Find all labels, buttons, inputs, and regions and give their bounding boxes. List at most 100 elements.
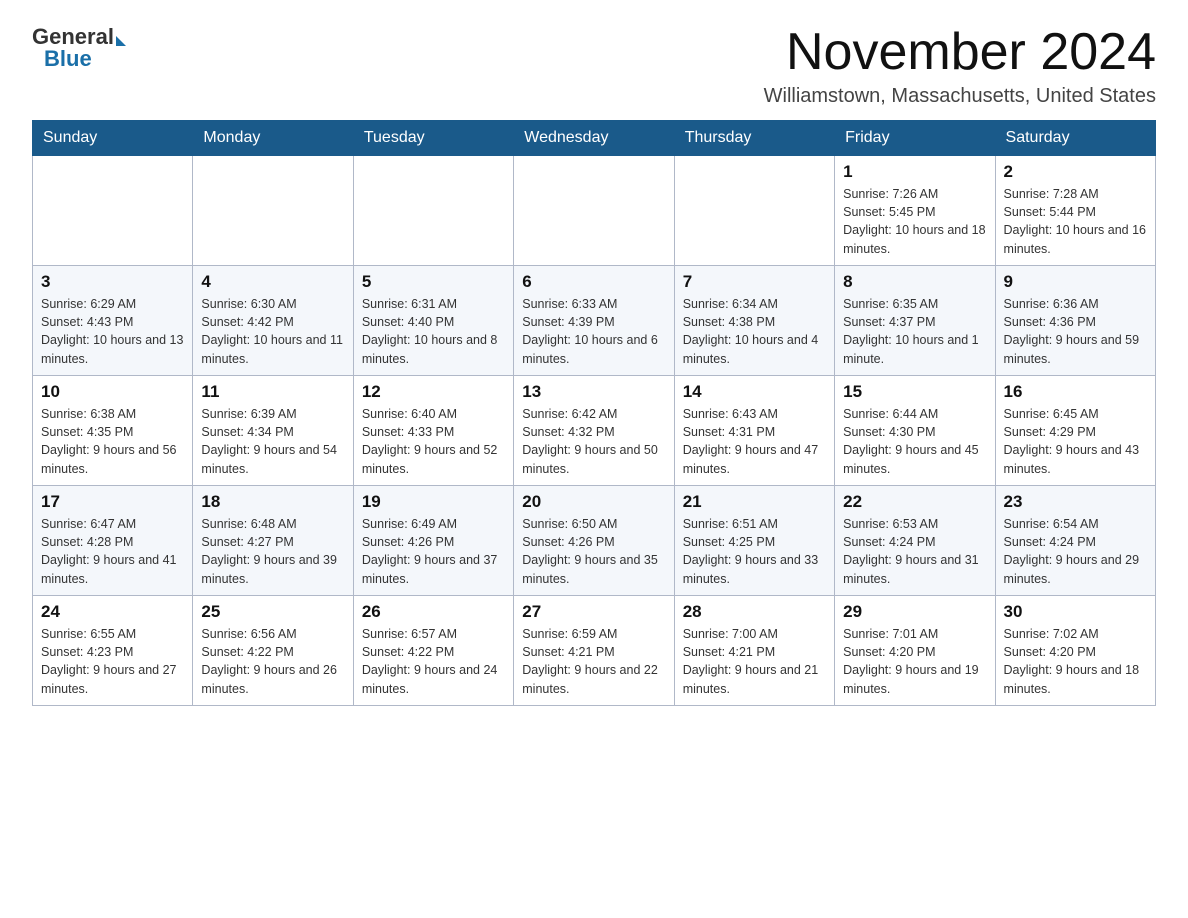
day-number: 7 xyxy=(683,272,826,292)
day-info: Sunrise: 6:36 AM Sunset: 4:36 PM Dayligh… xyxy=(1004,295,1147,368)
day-info: Sunrise: 7:28 AM Sunset: 5:44 PM Dayligh… xyxy=(1004,185,1147,258)
calendar-cell: 17 Sunrise: 6:47 AM Sunset: 4:28 PM Dayli… xyxy=(33,486,193,596)
calendar-cell: 29 Sunrise: 7:01 AM Sunset: 4:20 PM Dayli… xyxy=(835,596,995,706)
calendar-cell: 24 Sunrise: 6:55 AM Sunset: 4:23 PM Dayli… xyxy=(33,596,193,706)
day-of-week-header: Tuesday xyxy=(353,121,513,156)
calendar-week-row: 1 Sunrise: 7:26 AM Sunset: 5:45 PM Daylig… xyxy=(33,156,1156,266)
day-number: 20 xyxy=(522,492,665,512)
calendar-cell: 14 Sunrise: 6:43 AM Sunset: 4:31 PM Dayli… xyxy=(674,376,834,486)
day-info: Sunrise: 6:40 AM Sunset: 4:33 PM Dayligh… xyxy=(362,405,505,478)
calendar-cell: 30Sunrise: 7:02 AM Sunset: 4:20 PM Dayli… xyxy=(995,596,1155,706)
day-info: Sunrise: 6:44 AM Sunset: 4:30 PM Dayligh… xyxy=(843,405,986,478)
title-area: November 2024 Williamstown, Massachusett… xyxy=(764,24,1156,108)
day-info: Sunrise: 6:53 AM Sunset: 4:24 PM Dayligh… xyxy=(843,515,986,588)
day-info: Sunrise: 7:26 AM Sunset: 5:45 PM Dayligh… xyxy=(843,185,986,258)
calendar-cell: 9 Sunrise: 6:36 AM Sunset: 4:36 PM Daylig… xyxy=(995,266,1155,376)
calendar-cell: 1 Sunrise: 7:26 AM Sunset: 5:45 PM Daylig… xyxy=(835,156,995,266)
day-info: Sunrise: 6:34 AM Sunset: 4:38 PM Dayligh… xyxy=(683,295,826,368)
day-number: 26 xyxy=(362,602,505,622)
calendar-cell: 8 Sunrise: 6:35 AM Sunset: 4:37 PM Daylig… xyxy=(835,266,995,376)
calendar-cell: 10 Sunrise: 6:38 AM Sunset: 4:35 PM Dayli… xyxy=(33,376,193,486)
calendar-cell: 5 Sunrise: 6:31 AM Sunset: 4:40 PM Daylig… xyxy=(353,266,513,376)
calendar-cell xyxy=(193,156,353,266)
calendar-cell: 28Sunrise: 7:00 AM Sunset: 4:21 PM Dayli… xyxy=(674,596,834,706)
calendar-cell: 21Sunrise: 6:51 AM Sunset: 4:25 PM Dayli… xyxy=(674,486,834,596)
day-number: 4 xyxy=(201,272,344,292)
day-number: 21 xyxy=(683,492,826,512)
day-info: Sunrise: 6:54 AM Sunset: 4:24 PM Dayligh… xyxy=(1004,515,1147,588)
day-number: 9 xyxy=(1004,272,1147,292)
day-number: 3 xyxy=(41,272,184,292)
day-of-week-header: Sunday xyxy=(33,121,193,156)
day-info: Sunrise: 6:50 AM Sunset: 4:26 PM Dayligh… xyxy=(522,515,665,588)
day-info: Sunrise: 6:47 AM Sunset: 4:28 PM Dayligh… xyxy=(41,515,184,588)
calendar-table: SundayMondayTuesdayWednesdayThursdayFrid… xyxy=(32,120,1156,706)
day-info: Sunrise: 6:55 AM Sunset: 4:23 PM Dayligh… xyxy=(41,625,184,698)
calendar-cell: 18 Sunrise: 6:48 AM Sunset: 4:27 PM Dayli… xyxy=(193,486,353,596)
calendar-cell: 2 Sunrise: 7:28 AM Sunset: 5:44 PM Daylig… xyxy=(995,156,1155,266)
day-number: 17 xyxy=(41,492,184,512)
day-number: 14 xyxy=(683,382,826,402)
day-number: 10 xyxy=(41,382,184,402)
day-number: 22 xyxy=(843,492,986,512)
calendar-cell: 3Sunrise: 6:29 AM Sunset: 4:43 PM Daylig… xyxy=(33,266,193,376)
calendar-cell xyxy=(514,156,674,266)
day-of-week-header: Friday xyxy=(835,121,995,156)
calendar-cell: 25 Sunrise: 6:56 AM Sunset: 4:22 PM Dayli… xyxy=(193,596,353,706)
day-info: Sunrise: 6:57 AM Sunset: 4:22 PM Dayligh… xyxy=(362,625,505,698)
calendar-cell: 11Sunrise: 6:39 AM Sunset: 4:34 PM Dayli… xyxy=(193,376,353,486)
calendar-cell xyxy=(674,156,834,266)
day-info: Sunrise: 6:43 AM Sunset: 4:31 PM Dayligh… xyxy=(683,405,826,478)
day-info: Sunrise: 6:31 AM Sunset: 4:40 PM Dayligh… xyxy=(362,295,505,368)
calendar-cell xyxy=(33,156,193,266)
calendar-cell: 23 Sunrise: 6:54 AM Sunset: 4:24 PM Dayli… xyxy=(995,486,1155,596)
day-info: Sunrise: 6:59 AM Sunset: 4:21 PM Dayligh… xyxy=(522,625,665,698)
month-title: November 2024 xyxy=(764,24,1156,81)
day-number: 16 xyxy=(1004,382,1147,402)
logo: General Blue xyxy=(32,24,126,72)
day-number: 5 xyxy=(362,272,505,292)
day-info: Sunrise: 7:00 AM Sunset: 4:21 PM Dayligh… xyxy=(683,625,826,698)
calendar-cell: 19Sunrise: 6:49 AM Sunset: 4:26 PM Dayli… xyxy=(353,486,513,596)
header: General Blue November 2024 Williamstown,… xyxy=(32,24,1156,108)
calendar-cell: 12 Sunrise: 6:40 AM Sunset: 4:33 PM Dayli… xyxy=(353,376,513,486)
day-info: Sunrise: 7:01 AM Sunset: 4:20 PM Dayligh… xyxy=(843,625,986,698)
day-info: Sunrise: 6:56 AM Sunset: 4:22 PM Dayligh… xyxy=(201,625,344,698)
calendar-cell: 26 Sunrise: 6:57 AM Sunset: 4:22 PM Dayli… xyxy=(353,596,513,706)
calendar-week-row: 3Sunrise: 6:29 AM Sunset: 4:43 PM Daylig… xyxy=(33,266,1156,376)
day-number: 18 xyxy=(201,492,344,512)
day-number: 12 xyxy=(362,382,505,402)
day-number: 8 xyxy=(843,272,986,292)
day-number: 13 xyxy=(522,382,665,402)
calendar-cell: 6Sunrise: 6:33 AM Sunset: 4:39 PM Daylig… xyxy=(514,266,674,376)
day-info: Sunrise: 7:02 AM Sunset: 4:20 PM Dayligh… xyxy=(1004,625,1147,698)
day-of-week-header: Monday xyxy=(193,121,353,156)
calendar-week-row: 24 Sunrise: 6:55 AM Sunset: 4:23 PM Dayli… xyxy=(33,596,1156,706)
calendar-week-row: 17 Sunrise: 6:47 AM Sunset: 4:28 PM Dayli… xyxy=(33,486,1156,596)
day-number: 19 xyxy=(362,492,505,512)
calendar-cell: 16Sunrise: 6:45 AM Sunset: 4:29 PM Dayli… xyxy=(995,376,1155,486)
day-number: 1 xyxy=(843,162,986,182)
day-number: 15 xyxy=(843,382,986,402)
calendar-week-row: 10 Sunrise: 6:38 AM Sunset: 4:35 PM Dayli… xyxy=(33,376,1156,486)
day-info: Sunrise: 6:39 AM Sunset: 4:34 PM Dayligh… xyxy=(201,405,344,478)
day-of-week-header: Saturday xyxy=(995,121,1155,156)
day-number: 24 xyxy=(41,602,184,622)
calendar-header-row: SundayMondayTuesdayWednesdayThursdayFrid… xyxy=(33,121,1156,156)
day-info: Sunrise: 6:35 AM Sunset: 4:37 PM Dayligh… xyxy=(843,295,986,368)
calendar-cell: 15 Sunrise: 6:44 AM Sunset: 4:30 PM Dayli… xyxy=(835,376,995,486)
calendar-cell: 13 Sunrise: 6:42 AM Sunset: 4:32 PM Dayli… xyxy=(514,376,674,486)
day-of-week-header: Thursday xyxy=(674,121,834,156)
calendar-cell: 22 Sunrise: 6:53 AM Sunset: 4:24 PM Dayli… xyxy=(835,486,995,596)
day-info: Sunrise: 6:38 AM Sunset: 4:35 PM Dayligh… xyxy=(41,405,184,478)
day-number: 2 xyxy=(1004,162,1147,182)
calendar-cell: 7 Sunrise: 6:34 AM Sunset: 4:38 PM Daylig… xyxy=(674,266,834,376)
day-number: 29 xyxy=(843,602,986,622)
day-number: 25 xyxy=(201,602,344,622)
day-info: Sunrise: 6:42 AM Sunset: 4:32 PM Dayligh… xyxy=(522,405,665,478)
day-info: Sunrise: 6:48 AM Sunset: 4:27 PM Dayligh… xyxy=(201,515,344,588)
logo-blue-text: Blue xyxy=(44,46,92,72)
day-number: 23 xyxy=(1004,492,1147,512)
calendar-cell: 20 Sunrise: 6:50 AM Sunset: 4:26 PM Dayli… xyxy=(514,486,674,596)
day-info: Sunrise: 6:30 AM Sunset: 4:42 PM Dayligh… xyxy=(201,295,344,368)
